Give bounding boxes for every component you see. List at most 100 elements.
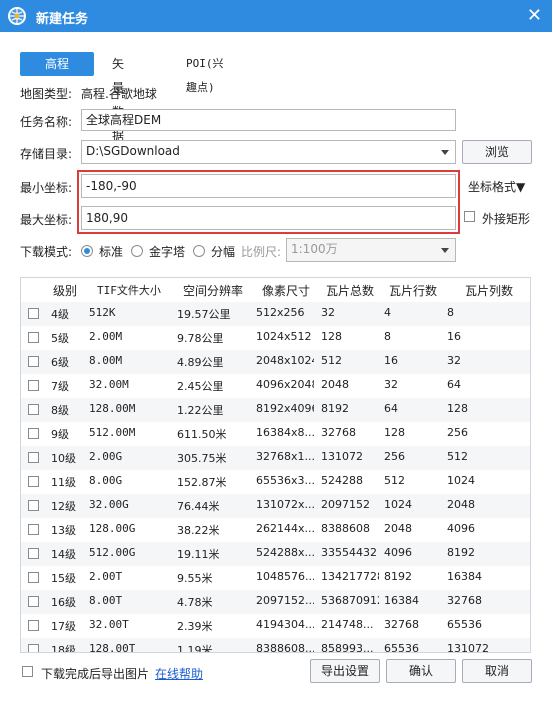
table-row[interactable]: 10级 2.00G 305.75米 32768x1... 131072 256 512	[21, 446, 530, 470]
col-header-tile-total: 瓦片总数	[326, 284, 375, 298]
cell-tile-cols: 2048	[447, 498, 475, 511]
scale-value: 1:100万	[291, 242, 338, 256]
cell-level: 8级	[51, 404, 69, 417]
cell-resolution: 2.39米	[177, 620, 213, 633]
table-row[interactable]: 8级 128.00M 1.22公里 8192x4096 8192 64 128	[21, 398, 530, 422]
table-row[interactable]: 13级 128.00G 38.22米 262144x... 8388608 2048 409…	[21, 518, 530, 542]
cell-tile-total: 536870912	[321, 594, 379, 607]
browse-button[interactable]: 浏览	[462, 140, 532, 164]
row-checkbox[interactable]	[28, 524, 39, 535]
cell-tile-rows: 32	[384, 378, 398, 391]
cell-tile-rows: 32768	[384, 618, 419, 631]
online-help-link[interactable]: 在线帮助	[155, 665, 203, 682]
storage-label: 存储目录:	[20, 147, 73, 161]
task-name-input[interactable]: 全球高程DEM	[81, 109, 456, 131]
table-row[interactable]: 16级 8.00T 4.78米 2097152... 536870912 16384 327…	[21, 590, 530, 614]
row-checkbox[interactable]	[28, 644, 39, 652]
cell-tile-total: 33554432	[321, 546, 377, 559]
table-row[interactable]: 12级 32.00G 76.44米 131072x... 2097152 1024 2048	[21, 494, 530, 518]
cell-resolution: 19.57公里	[177, 308, 231, 321]
cell-level: 13级	[51, 524, 76, 537]
radio-standard[interactable]	[81, 245, 93, 257]
table-row[interactable]: 9级 512.00M 611.50米 16384x8... 32768 128 256	[21, 422, 530, 446]
radio-pyramid[interactable]	[131, 245, 143, 257]
row-checkbox[interactable]	[28, 476, 39, 487]
cell-resolution: 9.55米	[177, 572, 213, 585]
table-row[interactable]: 15级 2.00T 9.55米 1048576... 134217728 8192 1638…	[21, 566, 530, 590]
col-header-tile-rows: 瓦片行数	[389, 284, 438, 298]
cell-tile-cols: 16	[447, 330, 461, 343]
export-after-download-checkbox[interactable]	[22, 666, 33, 677]
bbox-rect-checkbox[interactable]	[464, 211, 475, 222]
tab-vector[interactable]: 矢量数据	[112, 52, 124, 143]
cell-tile-cols: 256	[447, 426, 468, 439]
cell-level: 7级	[51, 380, 69, 393]
row-checkbox[interactable]	[28, 404, 39, 415]
cell-resolution: 611.50米	[177, 428, 227, 441]
col-header-tile-cols: 瓦片列数	[465, 284, 514, 298]
confirm-button[interactable]: 确认	[386, 659, 456, 683]
cell-tif-size: 8.00M	[89, 354, 123, 367]
cell-level: 6级	[51, 356, 69, 369]
cell-tif-size: 32.00G	[89, 498, 129, 511]
cell-resolution: 1.19米	[177, 644, 213, 653]
cell-tile-total: 2097152	[321, 498, 370, 511]
max-coord-label: 最大坐标:	[20, 213, 73, 227]
min-coord-label: 最小坐标:	[20, 181, 73, 195]
coord-format-dropdown[interactable]: 坐标格式▼	[468, 178, 525, 195]
row-checkbox[interactable]	[28, 572, 39, 583]
row-checkbox[interactable]	[28, 452, 39, 463]
cell-tile-total: 8388608	[321, 522, 370, 535]
cell-tif-size: 512.00G	[89, 546, 136, 559]
tab-poi[interactable]: POI(兴趣点)	[186, 52, 224, 94]
cell-pixel-size: 1024x512	[256, 330, 312, 343]
row-checkbox[interactable]	[28, 620, 39, 631]
cell-tile-cols: 32768	[447, 594, 482, 607]
cell-level: 5级	[51, 332, 69, 345]
row-checkbox[interactable]	[28, 332, 39, 343]
scale-select[interactable]: 1:100万	[286, 238, 456, 262]
cell-level: 11级	[51, 476, 76, 489]
row-checkbox[interactable]	[28, 428, 39, 439]
cell-tile-rows: 4096	[384, 546, 412, 559]
tab-elevation[interactable]: 高程	[20, 52, 94, 76]
table-row[interactable]: 4级 512K 19.57公里 512x256 32 4 8	[21, 302, 530, 326]
row-checkbox[interactable]	[28, 596, 39, 607]
table-row[interactable]: 7级 32.00M 2.45公里 4096x2048 2048 32 64	[21, 374, 530, 398]
export-settings-button[interactable]: 导出设置	[310, 659, 380, 683]
cell-tile-rows: 1024	[384, 498, 412, 511]
row-checkbox[interactable]	[28, 356, 39, 367]
download-mode-label: 下载模式:	[20, 245, 73, 259]
cell-pixel-size: 2097152...	[256, 594, 314, 607]
row-checkbox[interactable]	[28, 380, 39, 391]
cell-tif-size: 32.00T	[89, 618, 129, 631]
cell-pixel-size: 1048576...	[256, 570, 314, 583]
cell-tile-cols: 131072	[447, 642, 489, 653]
table-row[interactable]: 18级 128.00T 1.19米 8388608... 858993... 65536 1…	[21, 638, 530, 653]
chevron-down-icon[interactable]	[441, 150, 449, 155]
table-row[interactable]: 6级 8.00M 4.89公里 2048x1024 512 16 32	[21, 350, 530, 374]
table-row[interactable]: 5级 2.00M 9.78公里 1024x512 128 8 16	[21, 326, 530, 350]
cell-tif-size: 128.00G	[89, 522, 136, 535]
cell-level: 12级	[51, 500, 76, 513]
cell-tile-rows: 8	[384, 330, 391, 343]
row-checkbox[interactable]	[28, 548, 39, 559]
cell-tile-cols: 8	[447, 306, 454, 319]
table-row[interactable]: 11级 8.00G 152.87米 65536x3... 524288 512 1024	[21, 470, 530, 494]
storage-dir-combo[interactable]: D:\SGDownload	[81, 140, 456, 164]
cell-tile-total: 134217728	[321, 570, 379, 583]
cell-tif-size: 2.00M	[89, 330, 123, 343]
chevron-down-icon[interactable]	[441, 248, 449, 253]
row-checkbox[interactable]	[28, 500, 39, 511]
cell-resolution: 2.45公里	[177, 380, 224, 393]
row-checkbox[interactable]	[28, 308, 39, 319]
radio-sheet[interactable]	[193, 245, 205, 257]
cell-tile-rows: 512	[384, 474, 405, 487]
cancel-button[interactable]: 取消	[462, 659, 532, 683]
cell-tif-size: 2.00G	[89, 450, 123, 463]
map-type-value: 高程.谷歌地球	[81, 87, 157, 101]
table-row[interactable]: 14级 512.00G 19.11米 524288x... 33554432 4096 81…	[21, 542, 530, 566]
table-row[interactable]: 17级 32.00T 2.39米 4194304... 214748... 32768 65…	[21, 614, 530, 638]
cell-resolution: 4.78米	[177, 596, 213, 609]
close-icon[interactable]: ✕	[527, 5, 542, 26]
